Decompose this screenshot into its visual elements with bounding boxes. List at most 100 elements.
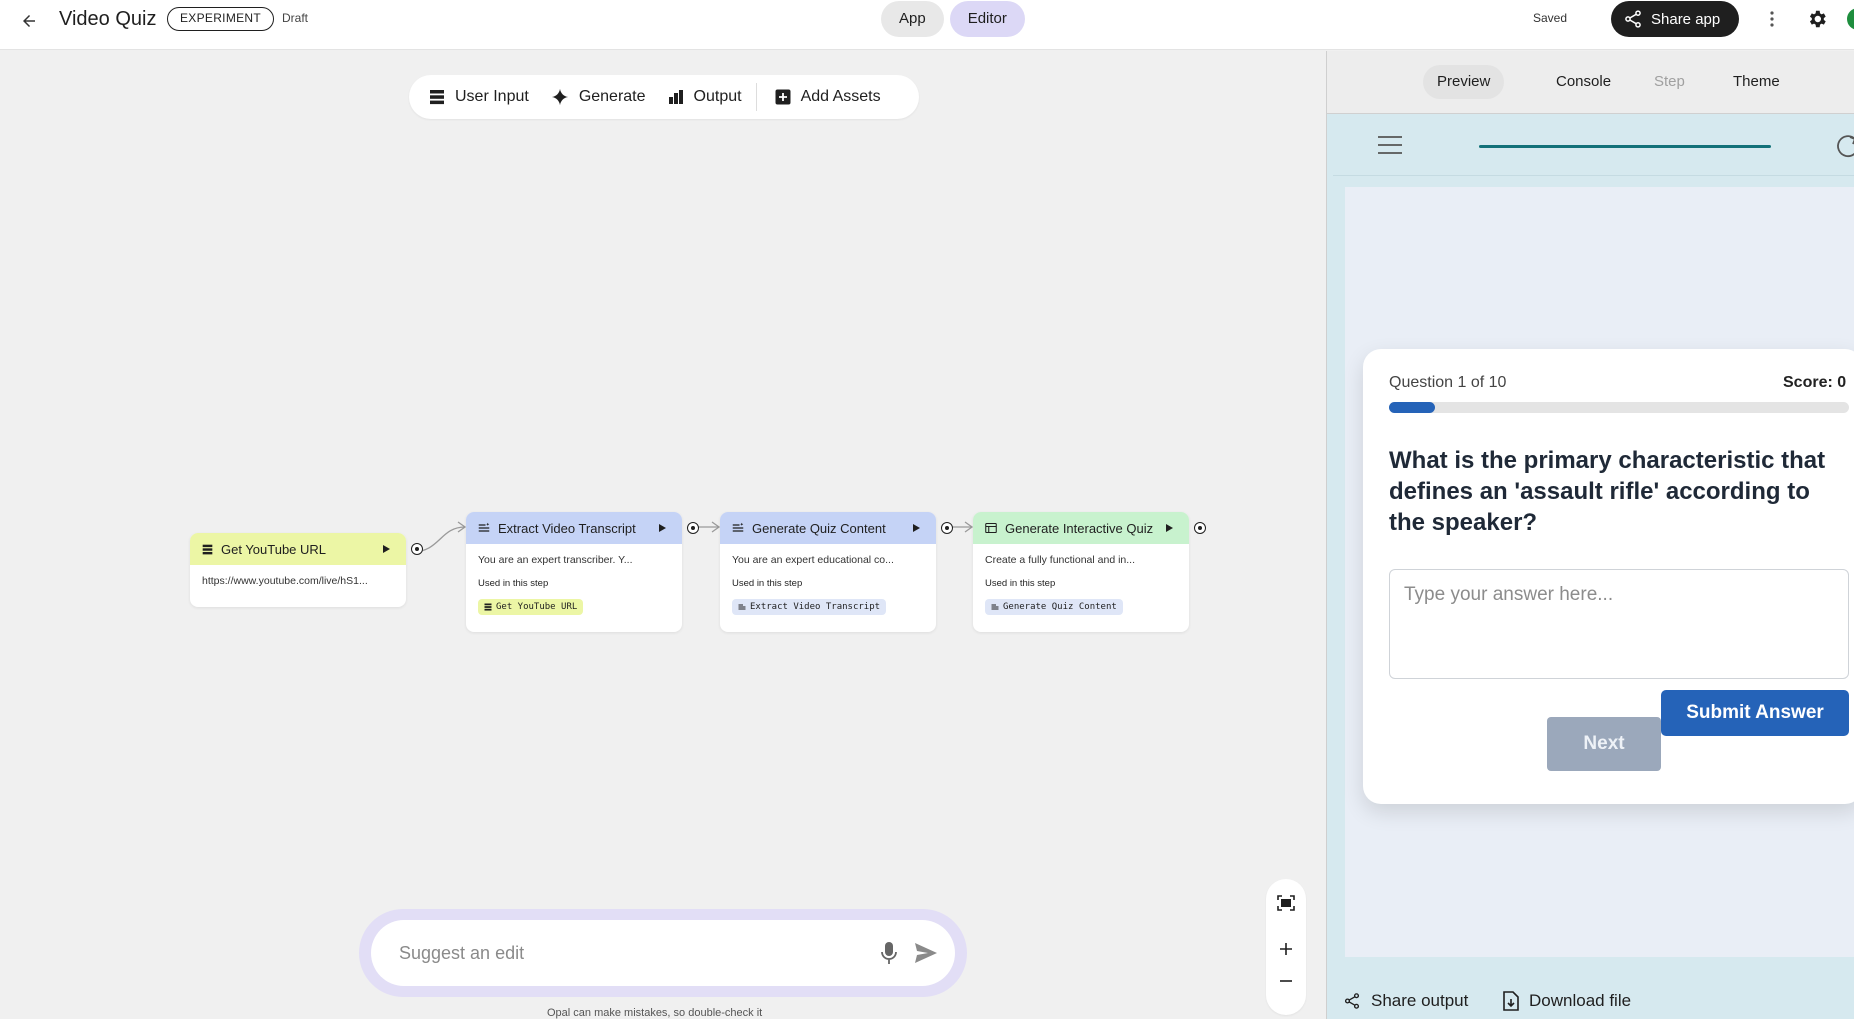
tab-theme[interactable]: Theme xyxy=(1719,65,1794,99)
node-body: Create a fully functional and in... Used… xyxy=(973,544,1189,627)
input-chip[interactable]: Get YouTube URL xyxy=(478,599,584,615)
node-header[interactable]: Generate Quiz Content xyxy=(720,512,953,544)
node-get-youtube-url[interactable]: Get YouTube URL https://www.youtube.com/… xyxy=(190,533,423,607)
node-header[interactable]: Generate Interactive Quiz xyxy=(973,512,1206,544)
zoom-out-button[interactable] xyxy=(1274,969,1298,993)
generate-text-icon xyxy=(738,604,746,610)
node-title: Extract Video Transcript xyxy=(498,520,636,536)
suggest-edit-container xyxy=(371,920,955,986)
plus-icon xyxy=(1280,943,1292,955)
back-button[interactable] xyxy=(14,6,44,36)
share-app-button[interactable]: Share app xyxy=(1611,1,1739,37)
more-vert-icon xyxy=(1770,11,1774,27)
top-bar: Video Quiz EXPERIMENT Draft App Editor S… xyxy=(0,0,1854,50)
avatar[interactable] xyxy=(1847,8,1854,30)
app-title: Video Quiz xyxy=(59,8,157,30)
tab-step[interactable]: Step xyxy=(1640,65,1699,99)
node-body: You are an expert transcriber. Y... Used… xyxy=(466,544,682,627)
chip-label: Extract Video Transcript xyxy=(750,602,881,612)
fit-screen-icon xyxy=(1277,895,1295,911)
share-output-button[interactable]: Share output xyxy=(1343,991,1468,1011)
share-app-label: Share app xyxy=(1651,10,1721,28)
node-description: Create a fully functional and in... xyxy=(985,554,1136,566)
suggest-edit-bar xyxy=(359,909,967,997)
arrow-back-icon xyxy=(23,15,35,27)
used-in-step-label: Used in this step xyxy=(985,578,1056,589)
tab-preview[interactable]: Preview xyxy=(1423,65,1505,99)
send-button[interactable] xyxy=(911,938,941,968)
share-output-label: Share output xyxy=(1371,991,1469,1010)
zoom-controls xyxy=(1266,879,1306,1015)
node-header[interactable]: Get YouTube URL xyxy=(190,533,423,565)
play-icon[interactable] xyxy=(1163,522,1175,534)
play-icon[interactable] xyxy=(656,522,668,534)
submit-answer-button[interactable]: Submit Answer xyxy=(1661,690,1849,736)
node-output-port[interactable] xyxy=(411,543,423,555)
gear-icon xyxy=(1809,10,1826,28)
download-file-label: Download file xyxy=(1529,991,1632,1010)
node-description: You are an expert educational co... xyxy=(732,554,894,566)
user-input-icon xyxy=(484,603,492,611)
share-icon xyxy=(1625,10,1641,28)
minus-icon xyxy=(1280,980,1292,982)
refresh-icon[interactable] xyxy=(1833,131,1854,161)
generate-text-icon xyxy=(478,522,490,532)
mode-toggle: App Editor xyxy=(881,1,1025,37)
node-title: Generate Quiz Content xyxy=(752,520,886,536)
chip-label: Generate Quiz Content xyxy=(1003,602,1117,612)
saved-status: Saved xyxy=(1533,11,1568,25)
node-output-port[interactable] xyxy=(941,522,953,534)
score-label: Score: 0 xyxy=(1783,374,1847,391)
share-icon xyxy=(1344,993,1360,1009)
node-header[interactable]: Extract Video Transcript xyxy=(466,512,699,544)
answer-input[interactable] xyxy=(1389,569,1849,679)
download-file-button[interactable]: Download file xyxy=(1503,991,1631,1011)
editor-canvas[interactable]: User Input Generate Output Add Assets Ge… xyxy=(0,51,1325,1019)
fit-view-button[interactable] xyxy=(1274,891,1298,915)
node-title: Generate Interactive Quiz xyxy=(1005,520,1154,536)
node-description: You are an expert transcriber. Y... xyxy=(478,554,633,566)
next-button[interactable]: Next xyxy=(1547,717,1661,771)
quiz-card: Question 1 of 10 Score: 0 What is the pr… xyxy=(1363,349,1854,804)
settings-button[interactable] xyxy=(1803,5,1831,33)
generate-text-icon xyxy=(732,522,744,532)
microphone-icon xyxy=(881,942,897,964)
panel-footer: Share output Download file xyxy=(1327,985,1854,1019)
menu-icon[interactable] xyxy=(1377,135,1403,155)
download-file-icon xyxy=(1503,991,1519,1011)
app-preview-header xyxy=(1333,115,1854,176)
app-progress-bar xyxy=(1479,145,1771,148)
used-in-step-label: Used in this step xyxy=(732,578,803,589)
node-title: Get YouTube URL xyxy=(221,541,327,557)
play-icon[interactable] xyxy=(380,543,392,555)
mode-editor-button[interactable]: Editor xyxy=(949,1,1025,37)
panel-tabs: Preview Console Step Theme xyxy=(1327,51,1854,114)
node-description: https://www.youtube.com/live/hS1... xyxy=(202,575,368,587)
disclaimer-text: Opal can make mistakes, so double-check … xyxy=(547,1007,763,1019)
experiment-badge: EXPERIMENT xyxy=(167,7,275,31)
zoom-in-button[interactable] xyxy=(1274,937,1298,961)
question-text: What is the primary characteristic that … xyxy=(1389,447,1826,536)
input-chip[interactable]: Extract Video Transcript xyxy=(732,599,887,615)
play-icon[interactable] xyxy=(910,522,922,534)
used-in-step-label: Used in this step xyxy=(478,578,549,589)
web-output-icon xyxy=(985,522,997,534)
quiz-progress-track xyxy=(1389,402,1849,413)
node-generate-quiz-content[interactable]: Generate Quiz Content You are an expert … xyxy=(720,512,953,632)
more-options-button[interactable] xyxy=(1762,6,1782,32)
microphone-button[interactable] xyxy=(875,938,903,968)
generate-text-icon xyxy=(991,604,999,610)
mode-app-button[interactable]: App xyxy=(881,1,944,37)
node-extract-video-transcript[interactable]: Extract Video Transcript You are an expe… xyxy=(466,512,699,632)
send-icon xyxy=(915,943,937,963)
user-input-icon xyxy=(202,544,213,554)
input-chip[interactable]: Generate Quiz Content xyxy=(985,599,1123,615)
preview-panel: Preview Console Step Theme Question 1 of… xyxy=(1326,51,1854,1019)
node-output-port[interactable] xyxy=(687,522,699,534)
node-body: https://www.youtube.com/live/hS1... xyxy=(190,565,406,611)
suggest-edit-input[interactable] xyxy=(399,938,839,968)
node-generate-interactive-quiz[interactable]: Generate Interactive Quiz Create a fully… xyxy=(973,512,1206,632)
tab-console[interactable]: Console xyxy=(1542,65,1625,99)
node-output-port[interactable] xyxy=(1194,522,1206,534)
question-counter: Question 1 of 10 xyxy=(1389,374,1507,391)
